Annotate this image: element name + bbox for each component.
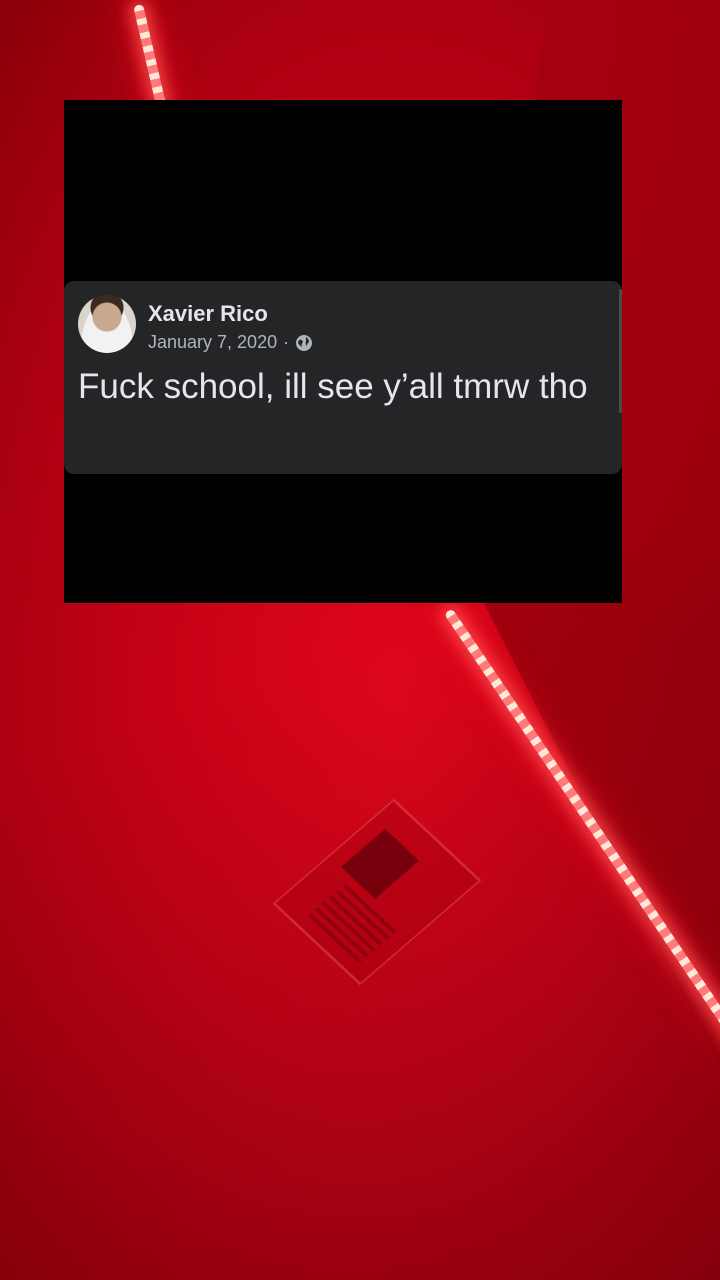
- video-frame: Xavier Rico January 7, 2020 · Fuck schoo…: [0, 0, 720, 1280]
- avatar[interactable]: [78, 295, 136, 353]
- globe-icon: [295, 334, 313, 352]
- author-name[interactable]: Xavier Rico: [148, 301, 268, 327]
- scroll-indicator: [619, 289, 622, 413]
- meta-separator: ·: [283, 332, 290, 352]
- social-post-card: Xavier Rico January 7, 2020 · Fuck schoo…: [64, 281, 622, 474]
- post-date[interactable]: January 7, 2020: [148, 332, 277, 353]
- screenshot-overlay: Xavier Rico January 7, 2020 · Fuck schoo…: [64, 100, 622, 603]
- post-text: Fuck school, ill see y’all tmrw tho: [78, 367, 588, 406]
- post-meta: January 7, 2020 ·: [148, 332, 313, 353]
